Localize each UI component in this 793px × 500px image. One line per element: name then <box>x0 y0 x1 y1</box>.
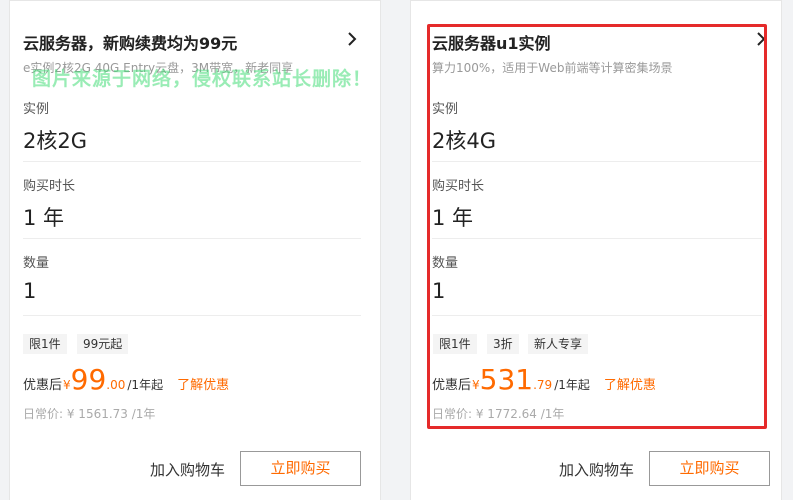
duration-label: 购买时长 <box>432 179 485 194</box>
price-label: 优惠后 <box>432 378 472 393</box>
divider <box>432 238 762 239</box>
price-label: 优惠后 <box>23 378 63 393</box>
divider <box>432 161 762 162</box>
tag-discount: 3折 <box>487 334 519 354</box>
quantity-value[interactable]: 1 <box>432 279 445 303</box>
price-decimal: .00 <box>106 378 126 392</box>
quantity-value[interactable]: 1 <box>23 279 36 303</box>
promo-link[interactable]: 了解优惠 <box>604 374 656 393</box>
instance-value[interactable]: 2核4G <box>432 125 496 155</box>
card-title[interactable]: 云服务器，新购续费均为99元 <box>23 30 237 54</box>
duration-label: 购买时长 <box>23 179 76 194</box>
chevron-right-icon[interactable] <box>752 29 770 49</box>
divider <box>23 238 361 239</box>
card-footer: 加入购物车 立即购买 <box>411 431 781 500</box>
divider <box>23 315 361 316</box>
price-unit: /1年起 <box>554 378 590 392</box>
add-to-cart-button[interactable]: 加入购物车 <box>150 459 225 480</box>
regular-price: 日常价: ¥ 1772.64 /1年 <box>432 407 565 421</box>
price-integer: 99 <box>70 363 107 396</box>
quantity-label: 数量 <box>432 256 459 271</box>
price-integer: 531 <box>479 363 534 396</box>
card-title[interactable]: 云服务器u1实例 <box>432 30 551 54</box>
currency-symbol: ¥ <box>63 378 71 392</box>
chevron-right-icon[interactable] <box>343 29 361 49</box>
tag-price: 99元起 <box>77 334 129 354</box>
divider <box>432 315 762 316</box>
add-to-cart-button[interactable]: 加入购物车 <box>559 459 634 480</box>
price-row: 优惠后¥99.00/1年起 了解优惠 <box>23 363 229 397</box>
promo-link[interactable]: 了解优惠 <box>177 374 229 393</box>
instance-label: 实例 <box>432 102 459 117</box>
price-decimal: .79 <box>533 378 553 392</box>
buy-now-button[interactable]: 立即购买 <box>240 451 361 486</box>
duration-value[interactable]: 1 年 <box>432 202 473 232</box>
product-card-ecs-u1: 云服务器u1实例 算力100%，适用于Web前端等计算密集场景 实例 2核4G … <box>410 0 782 500</box>
product-card-ecs-e: 云服务器，新购续费均为99元 e实例2核2G 40G Entry云盘，3M带宽，… <box>9 0 381 500</box>
divider <box>23 161 361 162</box>
tag-new-user: 新人专享 <box>528 334 589 354</box>
tag-limit: 限1件 <box>433 334 477 354</box>
quantity-label: 数量 <box>23 256 50 271</box>
buy-now-button[interactable]: 立即购买 <box>649 451 770 486</box>
card-description: 算力100%，适用于Web前端等计算密集场景 <box>432 61 673 75</box>
duration-value[interactable]: 1 年 <box>23 202 64 232</box>
card-footer: 加入购物车 立即购买 <box>10 431 380 500</box>
currency-symbol: ¥ <box>472 378 480 392</box>
regular-price: 日常价: ¥ 1561.73 /1年 <box>23 407 156 421</box>
instance-value[interactable]: 2核2G <box>23 125 87 155</box>
price-unit: /1年起 <box>127 378 164 392</box>
card-description: e实例2核2G 40G Entry云盘，3M带宽，新老同享 <box>23 61 294 75</box>
price-row: 优惠后¥531.79/1年起 了解优惠 <box>432 363 656 397</box>
instance-label: 实例 <box>23 102 50 117</box>
tag-limit: 限1件 <box>23 334 67 354</box>
